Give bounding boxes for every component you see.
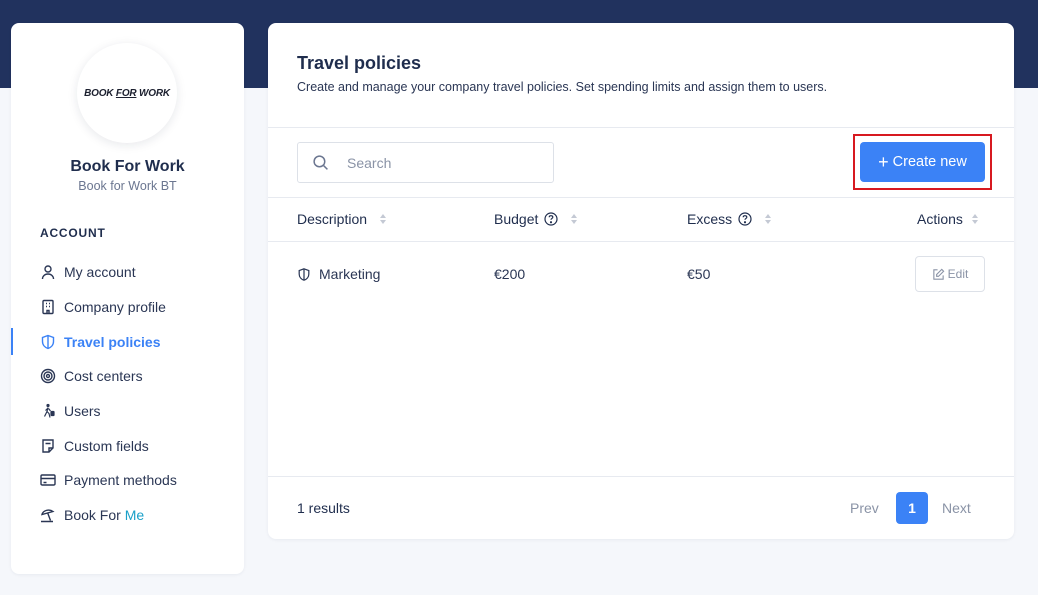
company-name: Book For Work [70, 158, 185, 175]
shield-icon [40, 334, 56, 350]
pagination-prev[interactable]: Prev [850, 500, 879, 516]
sort-icon [571, 214, 578, 224]
sidebar-item-book-for-me[interactable]: Book For Me [11, 498, 244, 533]
create-new-label: Create new [892, 154, 967, 170]
cell-budget: €200 [494, 266, 526, 282]
cell-description: Marketing [297, 266, 380, 282]
sidebar-nav: My account Company profile Travel polici… [11, 255, 244, 533]
column-header-actions[interactable]: Actions [917, 211, 979, 227]
walking-luggage-icon [40, 403, 56, 419]
sidebar-item-label: My account [64, 264, 136, 281]
note-icon [40, 438, 56, 454]
sidebar-item-label: Travel policies [64, 333, 161, 350]
create-new-button[interactable]: + Create new [860, 142, 985, 182]
building-icon [40, 299, 56, 315]
travel-policies-card: Travel policies Create and manage your c… [268, 23, 1014, 539]
divider [268, 197, 1014, 198]
sort-icon [765, 214, 772, 224]
sort-icon [380, 214, 387, 224]
beach-umbrella-icon [40, 507, 56, 523]
sidebar-item-label: Cost centers [64, 368, 143, 385]
column-header-budget[interactable]: Budget [494, 211, 578, 227]
shield-icon [298, 267, 310, 281]
column-header-excess[interactable]: Excess [687, 211, 772, 227]
sidebar-item-travel-policies[interactable]: Travel policies [11, 324, 244, 359]
column-header-description[interactable]: Description [297, 211, 387, 227]
results-count: 1 results [297, 500, 350, 516]
search-icon [313, 155, 328, 170]
sort-icon [971, 214, 978, 224]
sidebar: BOOK FOR WORK Book For Work Book for Wor… [11, 23, 244, 574]
sidebar-item-label: Users [64, 403, 101, 420]
sidebar-item-label: Company profile [64, 299, 166, 316]
logo-text: BOOK FOR WORK [84, 87, 170, 99]
sidebar-item-label: Payment methods [64, 472, 177, 489]
sidebar-item-label: Book For Me [64, 507, 145, 524]
edit-icon [932, 268, 945, 280]
user-icon [40, 264, 56, 280]
sidebar-item-users[interactable]: Users [11, 394, 244, 429]
edit-button[interactable]: Edit [915, 256, 985, 292]
sidebar-item-my-account[interactable]: My account [11, 255, 244, 290]
plus-icon: + [878, 152, 889, 172]
company-subtitle: Book for Work BT [78, 179, 177, 193]
search-box[interactable] [297, 142, 554, 183]
sidebar-item-payment-methods[interactable]: Payment methods [11, 463, 244, 498]
credit-card-icon [40, 472, 56, 488]
company-logo: BOOK FOR WORK [77, 43, 177, 143]
help-icon[interactable] [544, 212, 558, 226]
sidebar-item-company-profile[interactable]: Company profile [11, 290, 244, 325]
divider [268, 127, 1014, 128]
sidebar-item-cost-centers[interactable]: Cost centers [11, 359, 244, 394]
help-icon[interactable] [738, 212, 752, 226]
pagination-page-1[interactable]: 1 [896, 492, 928, 524]
sidebar-section-title: ACCOUNT [40, 226, 106, 240]
create-new-highlight: + Create new [853, 134, 992, 190]
page-description: Create and manage your company travel po… [297, 80, 828, 94]
target-icon [40, 368, 56, 384]
divider [268, 476, 1014, 477]
pagination-next[interactable]: Next [942, 500, 971, 516]
page-title: Travel policies [297, 53, 422, 73]
divider [268, 241, 1014, 242]
sidebar-item-custom-fields[interactable]: Custom fields [11, 428, 244, 463]
sidebar-item-label: Custom fields [64, 437, 149, 454]
search-input[interactable] [347, 154, 537, 171]
cell-excess: €50 [687, 266, 711, 282]
